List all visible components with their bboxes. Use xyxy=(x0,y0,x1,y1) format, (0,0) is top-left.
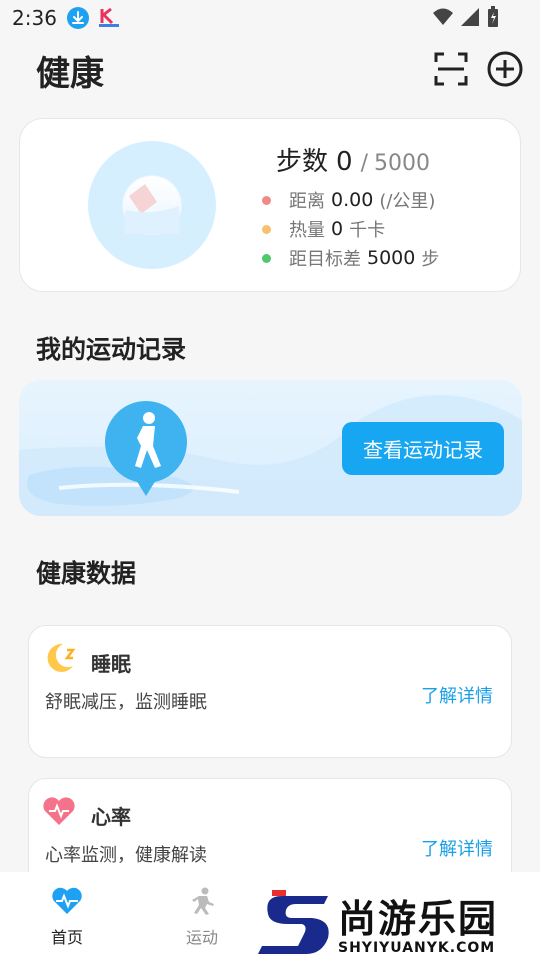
view-records-button[interactable]: 查看运动记录 xyxy=(342,422,504,475)
scan-icon xyxy=(434,52,468,86)
metric-unit: (/公里) xyxy=(379,191,436,212)
metric-label: 距离 xyxy=(289,191,325,212)
metric-calories: 热量 0 千卡 xyxy=(262,216,385,242)
nav-item-home[interactable]: 首页 xyxy=(27,886,107,948)
learn-more-link[interactable]: 了解详情 xyxy=(421,682,493,708)
steps-value: 0 xyxy=(336,147,353,177)
steps-progress-center xyxy=(123,176,181,234)
goal-dot xyxy=(262,253,271,263)
metric-goal-remaining: 距目标差 5000 步 xyxy=(262,245,439,271)
steps-summary: 步数 0 / 5000 xyxy=(276,141,430,178)
status-bar: 2:36 xyxy=(0,0,540,36)
metric-value: 5000 xyxy=(367,247,416,269)
card-description: 心率监测，健康解读 xyxy=(45,845,207,866)
card-description: 舒眠减压，监测睡眠 xyxy=(45,692,207,713)
card-title: 睡眠 xyxy=(91,652,131,676)
watermark-logo-icon xyxy=(258,890,329,954)
scan-button[interactable] xyxy=(432,50,470,88)
add-button[interactable] xyxy=(486,50,524,88)
nav-label: 运动 xyxy=(185,928,218,947)
learn-more-link[interactable]: 了解详情 xyxy=(421,835,493,861)
steps-goal: 5000 xyxy=(373,151,430,176)
metric-distance: 距离 0.00 (/公里) xyxy=(262,187,435,213)
metric-unit: 步 xyxy=(421,249,440,270)
running-icon xyxy=(192,887,214,915)
card-title: 心率 xyxy=(91,805,131,829)
page-title: 健康 xyxy=(36,54,104,94)
metric-value: 0.00 xyxy=(331,189,374,211)
nav-item-sport[interactable]: 运动 xyxy=(162,886,242,948)
signal-icon xyxy=(461,8,479,26)
records-section-title: 我的运动记录 xyxy=(36,335,187,364)
steps-label: 步数 xyxy=(276,147,329,177)
metric-label: 热量 xyxy=(289,220,325,241)
steps-progress-ring xyxy=(88,141,216,269)
steps-separator: / xyxy=(360,151,368,176)
site-watermark: 尚游乐园 SHYIYUANYK.COM xyxy=(258,888,540,958)
status-time: 2:36 xyxy=(12,6,57,30)
watermark-subtext: SHYIYUANYK.COM xyxy=(338,940,496,956)
download-icon xyxy=(66,7,89,29)
sleep-card[interactable]: 睡眠 舒眠减压，监测睡眠 了解详情 xyxy=(28,625,512,758)
wifi-icon xyxy=(433,8,453,25)
nav-label: 首页 xyxy=(50,928,83,947)
distance-dot xyxy=(262,195,271,205)
plus-circle-icon xyxy=(487,51,523,87)
battery-icon xyxy=(488,6,498,27)
moon-icon xyxy=(47,643,76,672)
metric-label: 距目标差 xyxy=(289,249,361,270)
metric-unit: 千卡 xyxy=(349,220,386,241)
steps-card[interactable]: 步数 0 / 5000 距离 0.00 (/公里) 热量 0 千卡 距目标差 5… xyxy=(19,118,521,292)
status-right-icons xyxy=(432,6,500,28)
heart-icon xyxy=(43,797,75,825)
heart-pulse-icon xyxy=(52,887,82,914)
calories-dot xyxy=(262,224,271,234)
watermark-text: 尚游乐园 xyxy=(338,897,499,941)
app-k-icon xyxy=(97,7,121,29)
health-section-title: 健康数据 xyxy=(36,559,137,588)
metric-value: 0 xyxy=(331,218,344,240)
